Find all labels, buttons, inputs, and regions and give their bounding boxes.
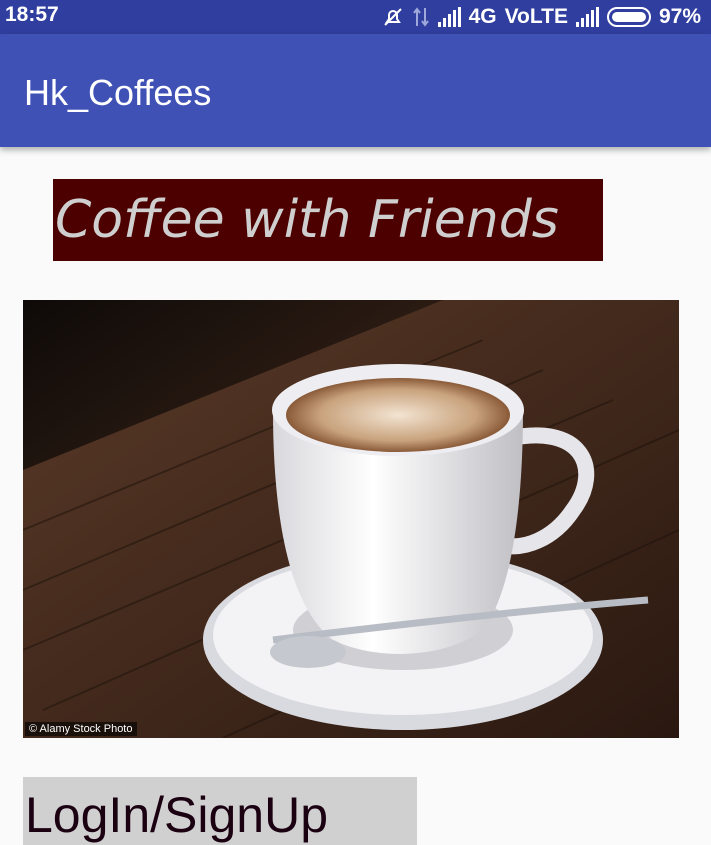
signal-icon <box>437 7 461 27</box>
battery-icon <box>606 7 651 27</box>
signal-icon <box>575 7 599 27</box>
mute-icon <box>383 8 402 26</box>
status-time: 18:57 <box>5 3 59 26</box>
status-icons: 4G VoLTE 97% <box>382 3 701 31</box>
coffee-cup-image: © Alamy Stock Photo <box>23 300 679 738</box>
login-signup-button[interactable]: LogIn/SignUp <box>23 777 417 845</box>
app-bar: Hk_Coffees <box>0 34 711 147</box>
status-bar: 18:57 4G VoLTE 97% <box>0 0 711 34</box>
network-type: 4G <box>468 5 497 28</box>
photo-credit: © Alamy Stock Photo <box>25 722 137 736</box>
tagline-banner: Coffee with Friends <box>53 179 603 261</box>
app-title: Hk_Coffees <box>24 72 212 113</box>
battery-level: 97% <box>658 5 701 28</box>
data-arrows-icon <box>412 7 429 27</box>
volte-label: VoLTE <box>504 5 568 28</box>
